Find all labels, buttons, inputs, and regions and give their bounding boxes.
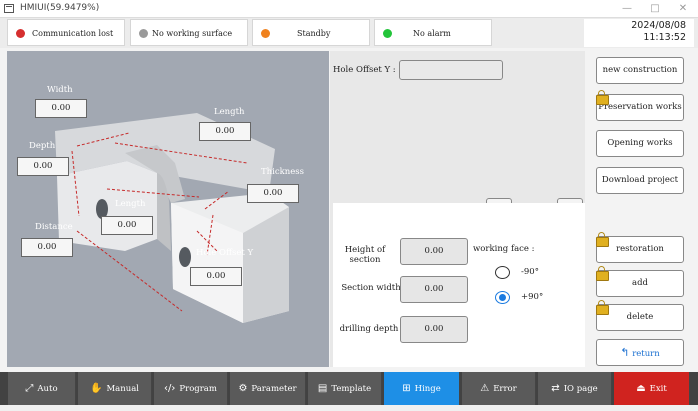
status-dot-icon xyxy=(383,29,392,38)
nav-parameter[interactable]: ⚙ Parameter xyxy=(230,372,306,405)
length-mid-label: Length xyxy=(115,199,146,209)
hole-offset-y-input[interactable] xyxy=(399,60,503,80)
status-bar: Communication lost No working surface St… xyxy=(0,18,698,48)
status-dot-icon xyxy=(139,29,148,38)
return-button[interactable]: ↰ return xyxy=(596,339,684,366)
add-button[interactable]: add xyxy=(596,266,684,297)
parameter-icon: ⚙ xyxy=(238,383,248,394)
nav-io-page-label: IO page xyxy=(563,384,598,394)
return-arrow-icon: ↰ xyxy=(620,346,630,359)
face-minus-90-radio[interactable] xyxy=(495,266,510,279)
nav-exit-label: Exit xyxy=(649,384,667,394)
lock-icon xyxy=(596,266,609,281)
app-icon xyxy=(4,4,14,13)
lock-icon xyxy=(596,232,609,247)
status-dot-icon xyxy=(16,29,25,38)
status-working-surface: No working surface xyxy=(130,19,248,46)
distance-label: Distance xyxy=(35,222,73,232)
preservation-works-button[interactable]: Preservation works xyxy=(596,90,684,121)
minimize-button[interactable]: — xyxy=(616,1,638,17)
section-width-field[interactable]: 0.00 xyxy=(400,276,468,303)
section-width-label: Section width xyxy=(341,283,401,293)
hole-offset-y-value-field[interactable]: 0.00 xyxy=(190,267,242,286)
nav-manual-label: Manual xyxy=(106,384,139,394)
window-titlebar: HMIUI(59.9479%) — □ ✕ xyxy=(0,0,698,18)
thickness-label: Thickness xyxy=(261,167,305,177)
face-minus-90-label: -90° xyxy=(521,267,539,277)
status-alarm-text: No alarm xyxy=(413,29,451,38)
auto-icon: ⤢ xyxy=(25,383,34,394)
status-mode: Standby xyxy=(252,19,370,46)
io-icon: ⇄ xyxy=(551,383,560,394)
nav-program[interactable]: ‹/› Program xyxy=(154,372,228,405)
status-alarm: No alarm xyxy=(374,19,492,46)
preservation-works-label: Preservation works xyxy=(598,102,682,112)
bottom-nav: ⤢ Auto ✋ Manual ‹/› Program ⚙ Parameter ▤ Tem… xyxy=(0,372,698,405)
nav-template[interactable]: ▤ Template xyxy=(308,372,382,405)
width-value-field[interactable]: 0.00 xyxy=(35,99,87,118)
datetime-display: 2024/08/08 11:13:52 xyxy=(584,19,694,47)
exit-icon: ⏏ xyxy=(636,383,646,394)
height-of-section-label: Height of section xyxy=(344,245,386,265)
return-label: return xyxy=(632,349,660,359)
status-working-surface-text: No working surface xyxy=(152,29,233,38)
nav-hinge[interactable]: ⊞ Hinge xyxy=(384,372,460,405)
lock-icon xyxy=(596,90,609,105)
nav-hinge-label: Hinge xyxy=(414,384,441,394)
lock-icon xyxy=(596,300,609,315)
hinge-illustration-panel: Width 0.00 Length 0.00 Depth 0.00 Thickn… xyxy=(7,51,329,367)
nav-auto[interactable]: ⤢ Auto xyxy=(8,372,76,405)
hole-offset-y-label: Hole Offset Y xyxy=(196,248,254,258)
length-mid-value-field[interactable]: 0.00 xyxy=(101,216,153,235)
face-plus-90-radio[interactable] xyxy=(495,291,510,304)
thickness-value-field[interactable]: 0.00 xyxy=(247,184,299,203)
nav-auto-label: Auto xyxy=(37,384,58,394)
status-communication-text: Communication lost xyxy=(32,29,114,38)
distance-value-field[interactable]: 0.00 xyxy=(21,238,73,257)
depth-label: Depth xyxy=(29,141,56,151)
nav-error[interactable]: ⚠ Error xyxy=(462,372,536,405)
window-title: HMIUI(59.9479%) xyxy=(20,3,100,13)
nav-error-label: Error xyxy=(493,384,517,394)
maximize-button[interactable]: □ xyxy=(644,1,666,17)
template-icon: ▤ xyxy=(317,383,328,394)
download-project-button[interactable]: Download project xyxy=(596,167,684,194)
nav-exit[interactable]: ⏏ Exit xyxy=(614,372,690,405)
restoration-label: restoration xyxy=(616,244,664,254)
delete-label: delete xyxy=(626,312,654,322)
length-top-label: Length xyxy=(214,107,245,117)
hinge-icon: ⊞ xyxy=(402,383,411,394)
drilling-depth-label: drilling depth xyxy=(339,324,399,334)
manual-icon: ✋ xyxy=(90,383,103,394)
hole-offset-y-input-label: Hole Offset Y : xyxy=(333,65,396,75)
opening-works-button[interactable]: Opening works xyxy=(596,130,684,157)
nav-io-page[interactable]: ⇄ IO page xyxy=(538,372,612,405)
status-communication: Communication lost xyxy=(7,19,125,46)
restoration-button[interactable]: restoration xyxy=(596,232,684,263)
nav-parameter-label: Parameter xyxy=(251,384,297,394)
drilling-depth-field[interactable]: 0.00 xyxy=(400,316,468,343)
date-text: 2024/08/08 xyxy=(631,20,686,31)
nav-template-label: Template xyxy=(331,384,372,394)
program-icon: ‹/› xyxy=(164,383,176,394)
error-icon: ⚠ xyxy=(480,383,490,394)
nav-program-label: Program xyxy=(179,384,217,394)
status-mode-text: Standby xyxy=(297,29,331,38)
time-text: 11:13:52 xyxy=(643,32,686,43)
section-parameters-panel: Height of section 0.00 Section width 0.0… xyxy=(333,203,585,367)
close-window-button[interactable]: ✕ xyxy=(672,1,694,17)
delete-button[interactable]: delete xyxy=(596,300,684,331)
width-label: Width xyxy=(47,85,73,95)
os-taskbar-strip xyxy=(0,405,698,411)
depth-value-field[interactable]: 0.00 xyxy=(17,157,69,176)
working-face-label: working face : xyxy=(473,244,535,254)
new-construction-button[interactable]: new construction xyxy=(596,57,684,84)
add-label: add xyxy=(632,278,648,288)
status-dot-icon xyxy=(261,29,270,38)
height-of-section-field[interactable]: 0.00 xyxy=(400,238,468,265)
length-top-value-field[interactable]: 0.00 xyxy=(199,122,251,141)
face-plus-90-label: +90° xyxy=(521,292,544,302)
nav-manual[interactable]: ✋ Manual xyxy=(78,372,152,405)
